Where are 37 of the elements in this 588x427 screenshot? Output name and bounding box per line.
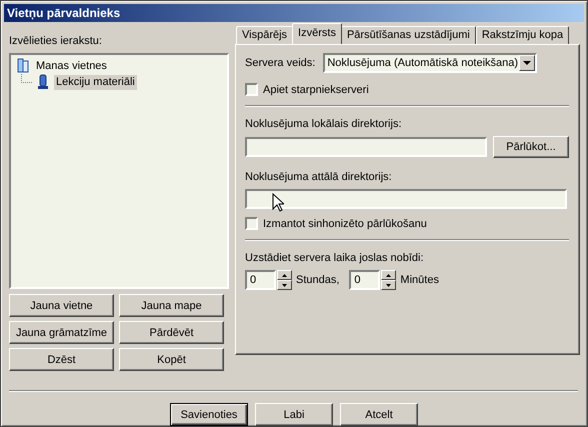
tab[interactable]: Izvērsts xyxy=(292,23,342,44)
window-title: Vietņu pārvaldnieks xyxy=(4,4,584,22)
sites-icon xyxy=(15,58,31,74)
unit-label: Minūtes xyxy=(400,274,439,286)
unit-label: Stundas, xyxy=(296,274,340,286)
action-button[interactable]: Jauna grāmatzīme xyxy=(9,321,114,344)
number-field[interactable]: 0 xyxy=(349,270,380,290)
remote-directory-label: Noklusējuma attālā direktorijs: xyxy=(245,170,393,184)
timezone-label: Uzstādiet servera laika joslas nobīdi: xyxy=(245,251,425,265)
action-button[interactable]: Jauna vietne xyxy=(9,294,114,317)
tab[interactable]: Pārsūtīšanas uzstādījumi xyxy=(340,26,476,44)
browse-button[interactable]: Pārlūkot... xyxy=(493,136,569,158)
checkbox[interactable] xyxy=(245,83,258,96)
dialog-button[interactable]: Labi xyxy=(255,403,333,426)
action-button[interactable]: Kopēt xyxy=(119,348,224,371)
server-type-label: Servera veids: xyxy=(245,56,316,68)
server-icon xyxy=(35,74,51,90)
pointer-icon xyxy=(272,193,284,212)
action-button[interactable]: Pārdēvēt xyxy=(119,321,224,344)
spinner-buttons[interactable] xyxy=(277,270,292,290)
tree-item[interactable]: Manas vietnes xyxy=(34,58,109,74)
local-directory-field[interactable] xyxy=(245,137,487,157)
dialog-button[interactable]: Savienoties xyxy=(170,403,248,426)
action-button[interactable]: Jauna mape xyxy=(119,294,224,317)
checkbox-label: Izmantot sinhonizēto pārlūkošanu xyxy=(263,218,427,230)
checkbox-label: Apiet starpniekserveri xyxy=(263,84,369,96)
checkbox[interactable] xyxy=(245,217,258,230)
entries-label: Izvēlieties ierakstu: xyxy=(9,34,103,48)
spinner-buttons[interactable] xyxy=(381,270,396,290)
tab[interactable]: Rakstzīmju kopa xyxy=(476,26,570,44)
local-directory-label: Noklusējuma lokālais direktorijs: xyxy=(245,117,403,131)
dialog-button[interactable]: Atcelt xyxy=(340,403,418,426)
action-button[interactable]: Dzēst xyxy=(9,348,114,371)
tree-item[interactable]: Lekciju materiāli xyxy=(54,74,137,90)
remote-directory-field[interactable] xyxy=(245,189,567,209)
server-type-dropdown[interactable]: Noklusējuma (Automātiskā noteikšana) xyxy=(323,52,538,72)
number-field[interactable]: 0 xyxy=(245,270,276,290)
